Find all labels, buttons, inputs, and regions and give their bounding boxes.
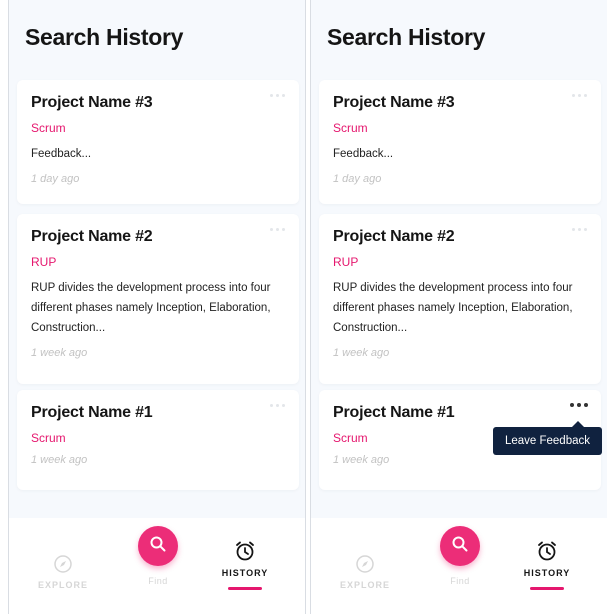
page-title: Search History xyxy=(25,24,184,50)
card-method: Scrum xyxy=(31,431,66,445)
more-icon[interactable] xyxy=(265,400,289,410)
more-icon[interactable] xyxy=(265,90,289,100)
search-icon xyxy=(149,535,167,558)
card-title: Project Name #3 xyxy=(31,94,153,111)
screen-right: Search History Project Name #3 Scrum Fee… xyxy=(310,0,607,614)
card-title: Project Name #1 xyxy=(333,404,455,421)
card-description: RUP divides the development process into… xyxy=(333,282,573,334)
page-title: Search History xyxy=(327,24,486,50)
bottom-tab-bar: EXPLORE Find HISTORY xyxy=(9,518,305,614)
screen-left: Search History Project Name #3 Scrum Fee… xyxy=(8,0,306,614)
tab-history[interactable]: HISTORY xyxy=(205,536,285,590)
card-timestamp: 1 day ago xyxy=(31,173,80,185)
alarm-clock-icon xyxy=(205,536,285,562)
more-icon[interactable] xyxy=(567,224,591,234)
card-timestamp: 1 week ago xyxy=(31,347,88,359)
bottom-tab-bar: EXPLORE Find HISTORY xyxy=(311,518,607,614)
tab-explore[interactable]: EXPLORE xyxy=(23,548,103,590)
card-timestamp: 1 week ago xyxy=(333,454,390,466)
compass-icon xyxy=(23,548,103,574)
more-icon[interactable] xyxy=(567,90,591,100)
tab-history[interactable]: HISTORY xyxy=(507,536,587,590)
active-tab-indicator xyxy=(228,587,262,590)
history-card-project-1[interactable]: Project Name #1 Scrum 1 week ago xyxy=(17,390,299,490)
search-icon xyxy=(451,535,469,558)
card-method: Scrum xyxy=(31,121,66,135)
card-title: Project Name #3 xyxy=(333,94,455,111)
history-card-project-2[interactable]: Project Name #2 RUP RUP divides the deve… xyxy=(17,214,299,384)
card-description: RUP divides the development process into… xyxy=(31,282,271,334)
find-button[interactable] xyxy=(138,526,178,566)
card-timestamp: 1 week ago xyxy=(333,347,390,359)
tab-explore[interactable]: EXPLORE xyxy=(325,548,405,590)
history-card-project-3[interactable]: Project Name #3 Scrum Feedback... 1 day … xyxy=(319,80,601,204)
more-icon[interactable] xyxy=(567,400,591,410)
alarm-clock-icon xyxy=(507,536,587,562)
card-title: Project Name #2 xyxy=(31,228,153,245)
tab-label: HISTORY xyxy=(221,568,269,578)
card-title: Project Name #2 xyxy=(333,228,455,245)
find-label: Find xyxy=(450,576,470,586)
tab-label: EXPLORE xyxy=(37,580,88,590)
tab-label: HISTORY xyxy=(523,568,571,578)
leave-feedback-tooltip[interactable]: Leave Feedback xyxy=(492,421,602,455)
compass-icon xyxy=(325,548,405,574)
card-method: RUP xyxy=(333,255,359,269)
card-description: Feedback... xyxy=(333,148,394,160)
card-method: RUP xyxy=(31,255,57,269)
history-card-project-3[interactable]: Project Name #3 Scrum Feedback... 1 day … xyxy=(17,80,299,204)
card-title: Project Name #1 xyxy=(31,404,153,421)
card-timestamp: 1 day ago xyxy=(333,173,382,185)
history-card-project-2[interactable]: Project Name #2 RUP RUP divides the deve… xyxy=(319,214,601,384)
find-button[interactable] xyxy=(440,526,480,566)
find-label: Find xyxy=(148,576,168,586)
card-description: Feedback... xyxy=(31,148,92,160)
card-timestamp: 1 week ago xyxy=(31,454,88,466)
card-method: Scrum xyxy=(333,121,368,135)
more-icon[interactable] xyxy=(265,224,289,234)
active-tab-indicator xyxy=(530,587,564,590)
tab-label: EXPLORE xyxy=(339,580,390,590)
